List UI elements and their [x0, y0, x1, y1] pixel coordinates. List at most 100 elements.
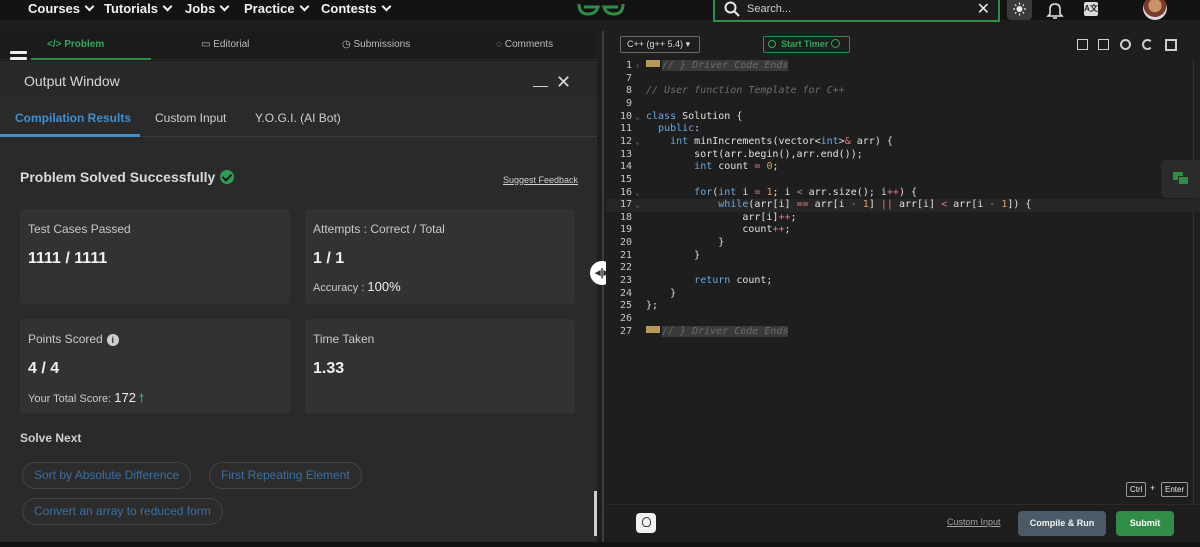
- suggestion-chip[interactable]: Sort by Absolute Difference: [22, 462, 192, 489]
- export-icon[interactable]: [1098, 39, 1109, 50]
- bell-icon[interactable]: [1046, 1, 1064, 19]
- fold-toggle-icon[interactable]: ⌄: [635, 199, 640, 212]
- clock-icon: ◷: [342, 39, 354, 50]
- language-icon[interactable]: A文: [1084, 2, 1098, 16]
- code-line[interactable]: 21 }: [606, 250, 1200, 263]
- scrollbar-thumb[interactable]: [594, 491, 597, 536]
- close-icon[interactable]: ✕: [977, 0, 990, 19]
- line-number: 14: [619, 161, 632, 173]
- nav-tutorials[interactable]: Tutorials: [104, 0, 173, 18]
- clock-icon: [768, 40, 776, 48]
- search-box[interactable]: Search... ✕: [713, 0, 1000, 22]
- app-root: Courses Tutorials Jobs Practice Contests…: [0, 0, 1200, 547]
- code-line[interactable]: 19 count++;: [606, 224, 1200, 237]
- play-icon: [831, 39, 841, 48]
- start-timer-button[interactable]: Start Timer: [763, 36, 850, 53]
- gfg-logo[interactable]: [576, 0, 626, 18]
- code-text: };: [646, 300, 659, 312]
- tab-comments[interactable]: ◌ Comments: [496, 39, 553, 50]
- tab-editorial-label: Editorial: [213, 39, 250, 50]
- code-line[interactable]: 13 sort(arr.begin(),arr.end());: [606, 149, 1200, 162]
- code-text: // User function Template for C++: [646, 85, 845, 97]
- shortcut-key-ctrl: Ctrl: [1126, 482, 1147, 497]
- line-number: 13: [619, 148, 632, 160]
- panel-splitter[interactable]: [602, 31, 604, 542]
- tab-custom-input[interactable]: Custom Input: [155, 111, 226, 125]
- bulb-icon[interactable]: [636, 513, 656, 533]
- tab-editorial[interactable]: ▭ Editorial: [201, 39, 249, 50]
- code-line[interactable]: 23 return count;: [606, 275, 1200, 288]
- line-number: 23: [619, 275, 632, 287]
- fold-toggle-icon[interactable]: ⌄: [635, 136, 640, 149]
- custom-input-link[interactable]: Custom Input: [947, 517, 1001, 527]
- reset-icon[interactable]: [1142, 39, 1153, 50]
- code-line[interactable]: 10 ⌄ class Solution {: [606, 111, 1200, 124]
- line-number: 15: [619, 173, 632, 185]
- code-line[interactable]: 9: [606, 98, 1200, 111]
- code-text: while(arr[i] == arr[i - 1] || arr[i] < a…: [718, 199, 1032, 211]
- code-line[interactable]: 1 › // } Driver Code Ends: [606, 60, 1200, 73]
- code-line[interactable]: 14 int count = 0;: [606, 161, 1200, 174]
- code-line[interactable]: 25};: [606, 300, 1200, 313]
- code-text: }: [646, 237, 725, 249]
- info-icon[interactable]: i: [106, 334, 119, 346]
- code-text: // } Driver Code Ends: [646, 60, 789, 73]
- solve-next-title: Solve Next: [20, 431, 82, 445]
- search-input[interactable]: Search...: [747, 3, 791, 15]
- fold-toggle-icon[interactable]: ⌄: [635, 111, 640, 124]
- nav-contests[interactable]: Contests: [321, 0, 392, 18]
- tab-problem[interactable]: </> Problem: [47, 39, 104, 50]
- fold-toggle-icon[interactable]: ›: [635, 60, 640, 73]
- suggestion-chip[interactable]: First Repeating Element: [209, 462, 362, 489]
- code-line[interactable]: 11 public:: [606, 123, 1200, 136]
- chat-button[interactable]: [1161, 160, 1200, 198]
- tab-yogi-bot[interactable]: Y.O.G.I. (AI Bot): [255, 111, 341, 125]
- code-line[interactable]: 26: [606, 313, 1200, 326]
- fold-toggle-icon[interactable]: ⌄: [635, 187, 640, 200]
- points-label: Points Scored i: [28, 332, 119, 346]
- theme-toggle-button[interactable]: [1007, 0, 1032, 20]
- nav-jobs[interactable]: Jobs: [185, 0, 230, 18]
- settings-icon[interactable]: [1120, 39, 1131, 50]
- accuracy: Accuracy : 100%: [313, 279, 401, 294]
- accuracy-value: 100%: [367, 279, 401, 294]
- suggest-feedback-link[interactable]: Suggest Feedback: [503, 175, 578, 185]
- code-line[interactable]: 22: [606, 262, 1200, 275]
- submit-button[interactable]: Submit: [1116, 511, 1174, 536]
- language-select[interactable]: C++ (g++ 5.4) ▾: [620, 36, 700, 53]
- code-line[interactable]: 12 ⌄ int minIncrements(vector<int>& arr) …: [606, 136, 1200, 149]
- line-number: 18: [619, 211, 632, 223]
- code-line[interactable]: 18 arr[i]++;: [606, 212, 1200, 225]
- copy-icon[interactable]: [1077, 39, 1088, 50]
- close-icon[interactable]: ✕: [556, 72, 571, 93]
- minimize-icon[interactable]: [533, 86, 548, 87]
- tab-submissions[interactable]: ◷ Submissions: [342, 39, 410, 50]
- code-line[interactable]: 7: [606, 73, 1200, 86]
- line-number: 10: [619, 110, 632, 122]
- code-line[interactable]: 17 ⌄ while(arr[i] == arr[i - 1] || arr[i]…: [606, 199, 1200, 212]
- search-icon: [724, 1, 740, 17]
- code-text: arr[i]++;: [646, 211, 797, 223]
- code-line[interactable]: 20 }: [606, 237, 1200, 250]
- line-number: 7: [625, 72, 632, 84]
- fullscreen-icon[interactable]: [1165, 39, 1177, 51]
- code-line[interactable]: 27 // } Driver Code Ends: [606, 325, 1200, 339]
- line-number: 24: [619, 287, 632, 299]
- tab-compilation-results[interactable]: Compilation Results: [15, 111, 131, 125]
- code-line[interactable]: 16 ⌄ for(int i = 1; i < arr.size(); i++) …: [606, 187, 1200, 200]
- code-line[interactable]: 8 // User function Template for C++: [606, 85, 1200, 98]
- suggestion-chip[interactable]: Convert an array to reduced form: [22, 498, 223, 525]
- chevron-down-icon: [299, 1, 310, 12]
- code-text: public:: [658, 123, 701, 135]
- output-window-header: Output Window ✕: [0, 61, 597, 99]
- line-number: 17: [619, 199, 632, 211]
- arrow-up-icon: 🠕: [139, 391, 145, 405]
- nav-tutorials-label: Tutorials: [104, 1, 158, 16]
- code-line[interactable]: 15: [606, 174, 1200, 187]
- avatar[interactable]: [1143, 0, 1167, 20]
- compile-run-button[interactable]: Compile & Run: [1018, 511, 1106, 536]
- nav-courses[interactable]: Courses: [28, 0, 95, 18]
- code-line[interactable]: 24 }: [606, 288, 1200, 301]
- code-editor[interactable]: 1 › // } Driver Code Ends 7 8 // User functio…: [606, 59, 1200, 511]
- nav-practice[interactable]: Practice: [244, 0, 310, 18]
